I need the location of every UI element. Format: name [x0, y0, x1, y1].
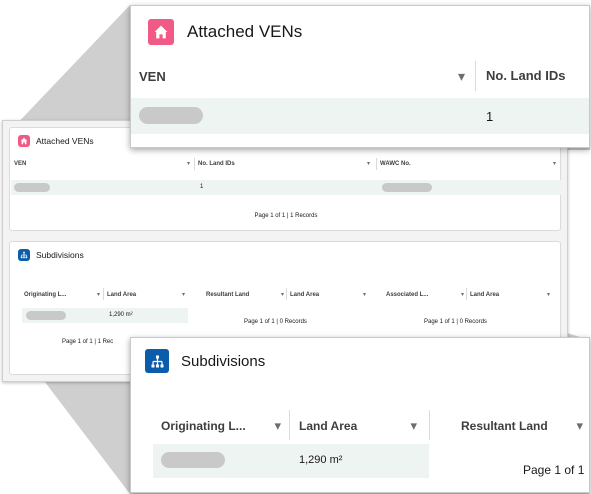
column-header-ven[interactable]: VEN ▾: [139, 68, 465, 85]
home-icon: [18, 135, 30, 147]
hierarchy-icon: [145, 349, 169, 373]
chevron-down-icon: ▾: [362, 292, 366, 298]
column-header-resultant[interactable]: Resultant Land ▾: [461, 418, 583, 434]
chevron-down-icon: ▾: [181, 292, 185, 298]
chevron-down-icon: ▾: [457, 68, 465, 84]
chevron-down-icon: ▾: [280, 292, 284, 298]
redacted-originating: [26, 311, 66, 320]
column-header-land-ids[interactable]: No. Land IDs: [486, 68, 590, 83]
redacted-wawc: [382, 183, 432, 192]
column-header-land-area[interactable]: Land Area ▾: [299, 418, 417, 434]
pagination-label: Page 1 of 1 | 1 Rec: [62, 339, 114, 345]
column-header-land-area[interactable]: Land Area ▾: [107, 291, 185, 299]
chevron-down-icon: ▾: [366, 161, 370, 167]
pagination-label: Page 1 of 1 | 1 Records: [254, 213, 318, 219]
table-row[interactable]: [11, 180, 561, 195]
redacted-ven: [139, 107, 203, 124]
column-header-ven[interactable]: VEN ▾: [14, 160, 190, 168]
chevron-down-icon: ▾: [552, 161, 556, 167]
chevron-down-icon: ▾: [576, 418, 583, 433]
chevron-down-icon: ▾: [274, 418, 281, 433]
chevron-down-icon: ▾: [96, 292, 100, 298]
pagination-label: Page 1 of 1 | 0 Records: [424, 319, 487, 325]
hierarchy-icon: [18, 249, 30, 261]
zoom-callout-subdivisions: Subdivisions Originating L... ▾ Land Area…: [130, 337, 590, 493]
land-area-value: 1,290 m²: [299, 454, 343, 466]
redacted-originating: [161, 452, 225, 468]
chevron-down-icon: ▾: [546, 292, 550, 298]
land-ids-value: 1: [200, 184, 204, 190]
column-header-wawc[interactable]: WAWC No. ▾: [380, 160, 556, 168]
column-header-originating[interactable]: Originating L... ▾: [24, 291, 100, 299]
pagination-label: Page 1 of 1 | 0 Records: [244, 319, 307, 325]
chevron-down-icon: ▾: [186, 161, 190, 167]
card-title: Attached VENs: [36, 136, 94, 146]
column-header-land-area[interactable]: Land Area ▾: [470, 291, 550, 299]
land-ids-value: 1: [486, 109, 494, 124]
card-title: Attached VENs: [187, 22, 303, 41]
chevron-down-icon: ▾: [410, 418, 417, 433]
card-title: Subdivisions: [36, 250, 84, 260]
column-header-land-ids[interactable]: No. Land IDs ▾: [198, 160, 370, 168]
chevron-down-icon: ▾: [460, 292, 464, 298]
column-header-resultant[interactable]: Resultant Land ▾: [206, 291, 284, 299]
land-area-value: 1,290 m²: [109, 312, 133, 318]
zoom-callout-attached-vens: Attached VENs VEN ▾ No. Land IDs 1: [130, 5, 590, 148]
home-icon: [148, 19, 174, 45]
card-title: Subdivisions: [181, 352, 266, 370]
pagination-label: Page 1 of 1: [523, 463, 585, 477]
column-header-associated[interactable]: Associated L... ▾: [386, 291, 464, 299]
column-header-land-area[interactable]: Land Area ▾: [290, 291, 366, 299]
redacted-ven: [14, 183, 50, 192]
column-header-originating[interactable]: Originating L... ▾: [161, 418, 281, 434]
